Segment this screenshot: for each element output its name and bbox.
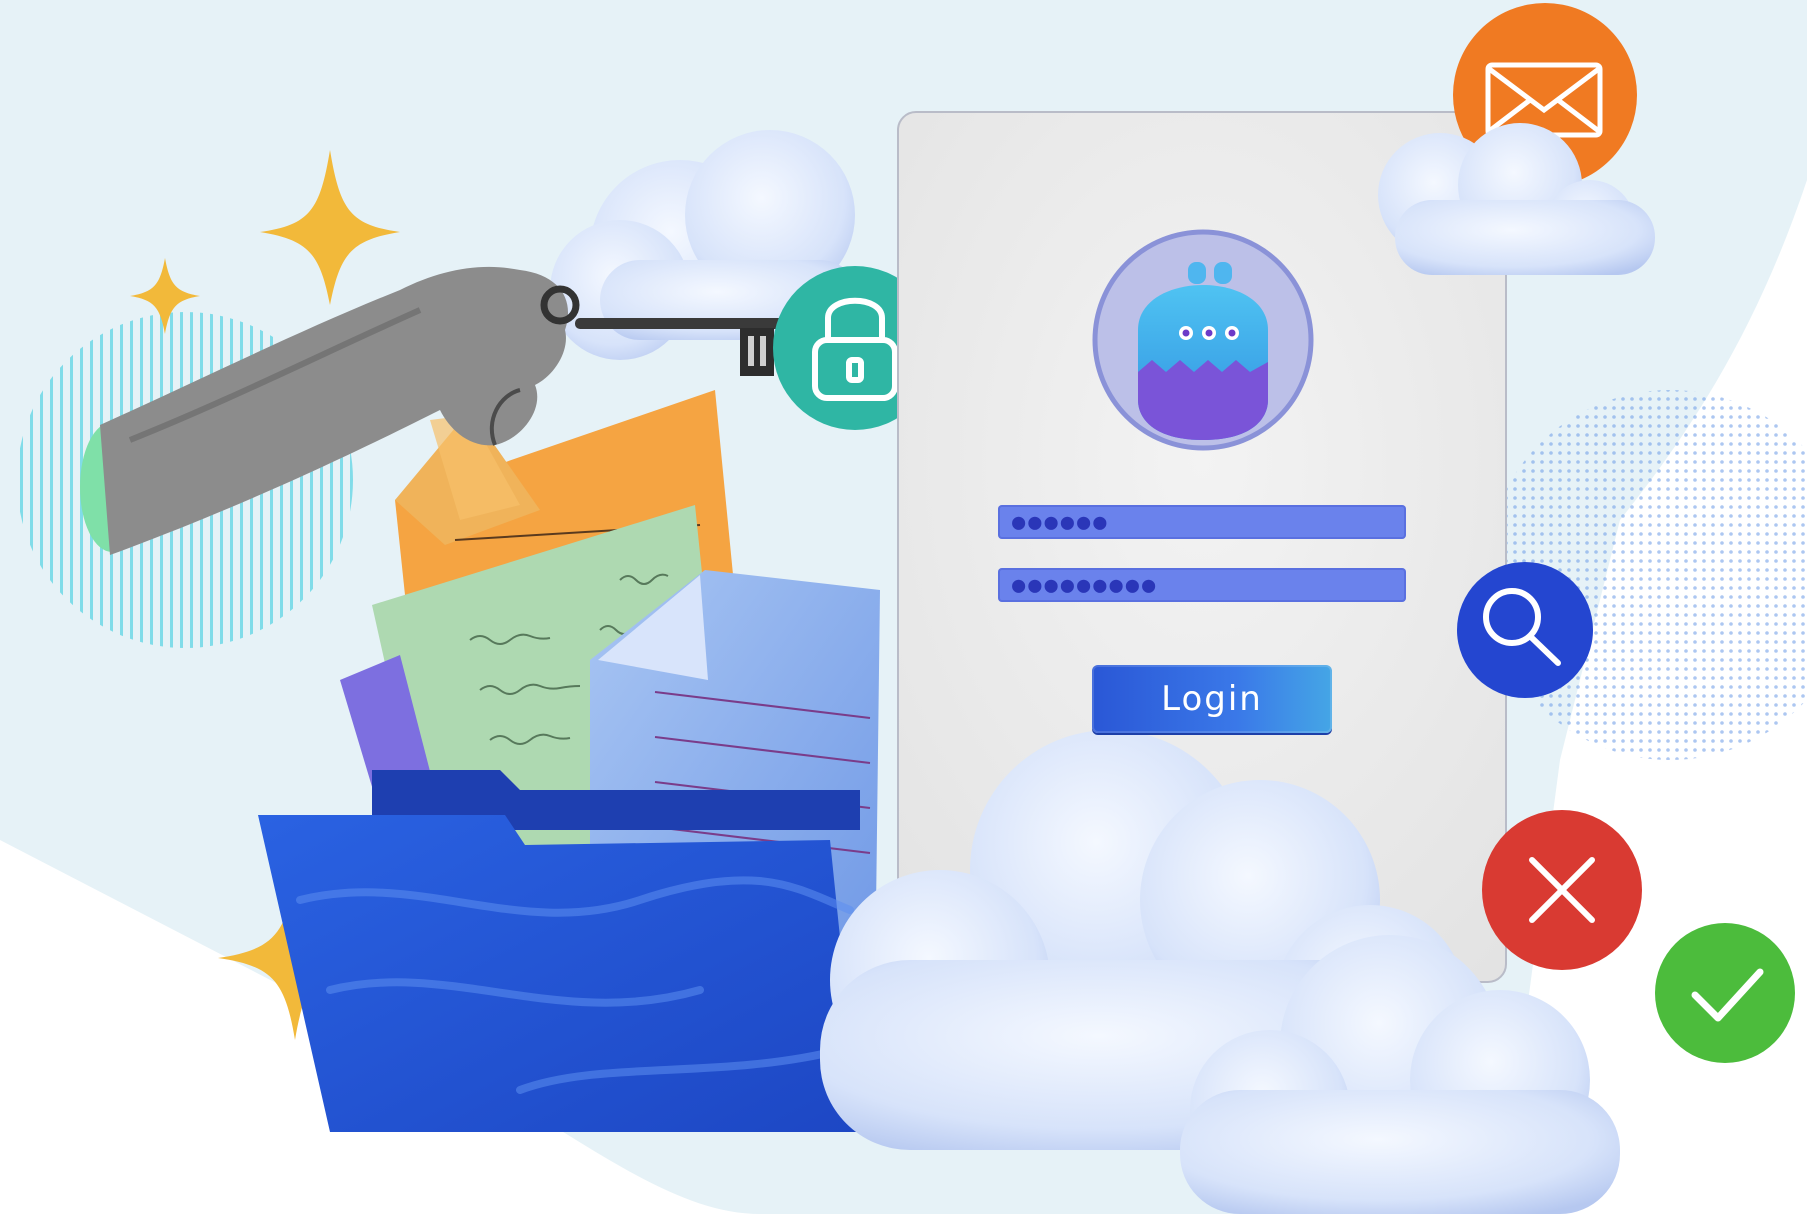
- search-badge: [1457, 562, 1593, 698]
- password-field-2[interactable]: ●●●●●●●●●: [998, 568, 1406, 602]
- folder-icon: [258, 770, 860, 1132]
- login-button[interactable]: Login: [1092, 665, 1332, 733]
- check-badge: [1655, 923, 1795, 1063]
- close-badge: [1482, 810, 1642, 970]
- avatar: [1092, 229, 1314, 451]
- password-field-1[interactable]: ●●●●●●: [998, 505, 1406, 539]
- illustration-scene: [0, 0, 1807, 1214]
